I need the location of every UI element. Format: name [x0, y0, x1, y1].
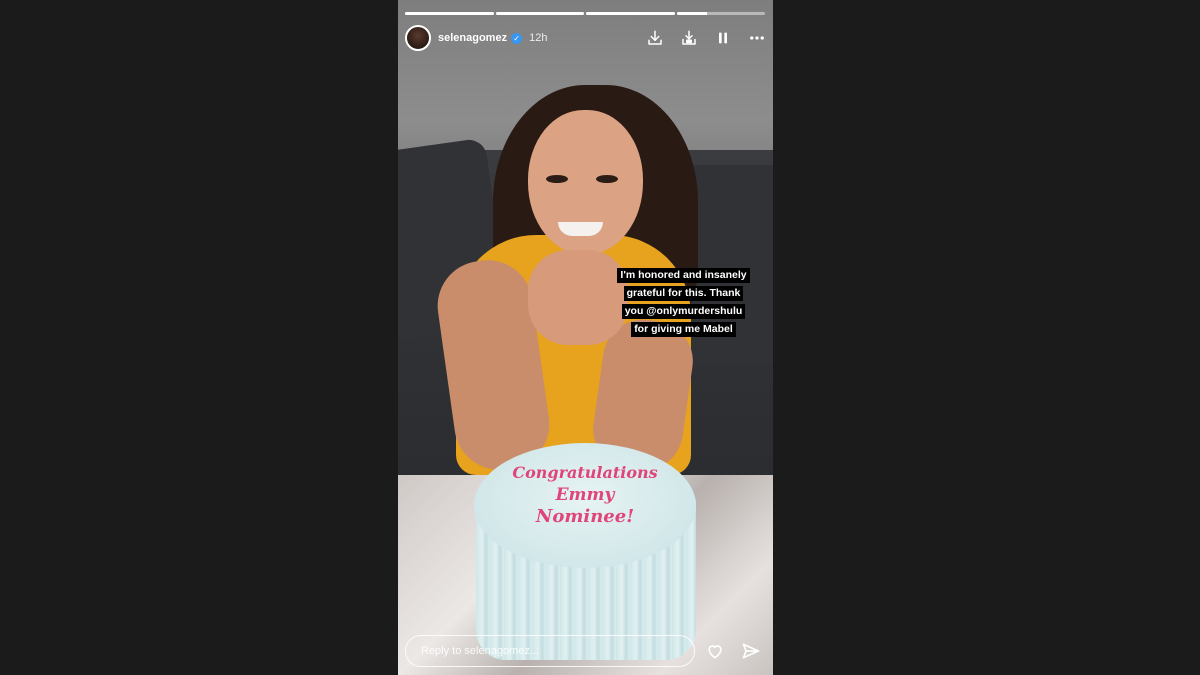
verified-badge-icon: ✓ — [511, 32, 523, 44]
cake-inscription: Congratulations Emmy Nominee! — [474, 462, 696, 528]
story-footer — [405, 634, 767, 668]
username[interactable]: selenagomez — [438, 32, 507, 44]
pause-icon[interactable] — [713, 28, 733, 48]
more-options-icon[interactable] — [747, 28, 767, 48]
cake-text-line: Emmy — [555, 485, 615, 505]
add-to-story-icon[interactable] — [679, 28, 699, 48]
avatar[interactable] — [405, 25, 431, 51]
story-caption: I'm honored and insanely grateful for th… — [611, 265, 756, 337]
progress-segment — [586, 12, 675, 15]
post-time: 12h — [529, 32, 548, 44]
caption-line: for giving me Mabel — [631, 322, 736, 337]
person-eye-right — [596, 175, 618, 183]
cake-text-line: Congratulations — [512, 463, 658, 482]
caption-line: you @onlymurdershulu — [621, 304, 746, 319]
progress-segment — [405, 12, 494, 15]
story-viewer[interactable]: Congratulations Emmy Nominee! selenagome… — [398, 0, 773, 675]
progress-segment — [495, 12, 584, 15]
progress-segment — [676, 12, 765, 15]
reply-input[interactable] — [405, 635, 695, 667]
person-smile — [558, 222, 603, 236]
heart-icon[interactable] — [705, 641, 725, 661]
download-icon[interactable] — [645, 28, 665, 48]
person-eye-left — [546, 175, 568, 183]
send-icon[interactable] — [741, 641, 761, 661]
story-progress-bar — [405, 12, 765, 15]
caption-line: I'm honored and insanely — [617, 268, 750, 283]
viewer-backdrop: Congratulations Emmy Nominee! selenagome… — [0, 0, 1200, 675]
caption-line: grateful for this. Thank — [623, 286, 744, 301]
story-header: selenagomez ✓ 12h — [405, 24, 767, 52]
cake-text-line: Nominee! — [535, 506, 635, 527]
